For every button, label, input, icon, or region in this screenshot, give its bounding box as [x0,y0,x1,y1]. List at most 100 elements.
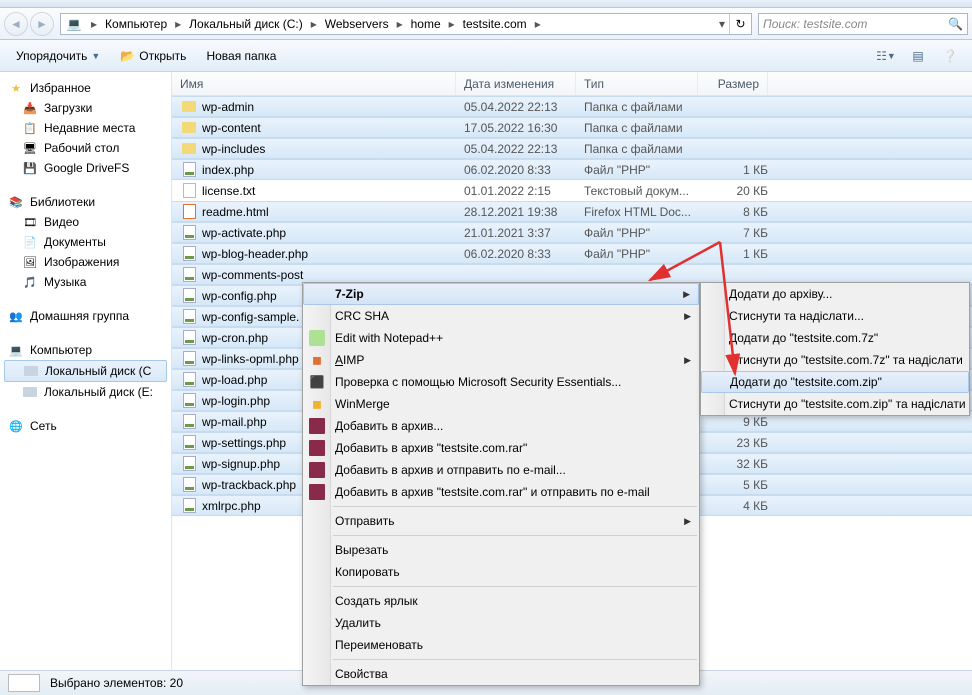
breadcrumb-segment[interactable]: home [407,14,445,34]
chevron-down-icon[interactable]: ▾ [715,17,729,31]
sidebar-item-pictures[interactable]: 🖼Изображения [4,252,167,272]
chevron-right-icon: ▶ [684,516,691,527]
drive-icon [23,363,39,379]
column-header-name[interactable]: Имя [172,72,456,95]
file-row[interactable]: wp-admin 05.04.2022 22:13 Папка с файлам… [172,96,972,117]
php-icon [180,372,198,388]
open-button[interactable]: 📂Открыть [112,45,194,67]
chevron-right-icon[interactable]: ▸ [531,17,545,31]
sidebar-item-drive-e[interactable]: Локальный диск (E: [4,382,167,402]
organize-button[interactable]: Упорядочить ▼ [8,45,108,67]
sidebar-item-drive-c[interactable]: Локальный диск (C [4,360,167,382]
search-input[interactable]: Поиск: testsite.com 🔍 [758,13,968,35]
nav-back-button[interactable]: ◄ [4,12,28,36]
sidebar-item-downloads[interactable]: 📥Загрузки [4,98,167,118]
sidebar-item-desktop[interactable]: 🖥Рабочий стол [4,138,167,158]
context-menu-item[interactable]: Добавить в архив "testsite.com.rar" [303,437,699,459]
context-menu-item[interactable]: Создать ярлык [303,590,699,612]
file-row[interactable]: wp-activate.php 21.01.2021 3:37 Файл "PH… [172,222,972,243]
php-icon [180,267,198,283]
preview-pane-button[interactable]: ▤ [904,45,932,67]
context-menu-item[interactable]: Добавить в архив... [303,415,699,437]
breadcrumb-segment[interactable]: Webservers [321,14,393,34]
context-menu-item[interactable]: Вырезать [303,539,699,561]
submenu-item[interactable]: Стиснути до "testsite.com.7z" та надісла… [701,349,969,371]
sidebar-item-videos[interactable]: 🎞Видео [4,212,167,232]
file-name: wp-includes [202,142,464,156]
navbar: ◄ ► 💻 ▸ Компьютер▸ Локальный диск (C:)▸ … [0,8,972,40]
file-row[interactable]: index.php 06.02.2020 8:33 Файл "PHP" 1 К… [172,159,972,180]
php-icon [180,414,198,430]
sidebar-libraries-header[interactable]: 📚Библиотеки [4,192,167,212]
winrar-icon [309,484,325,500]
column-header-size[interactable]: Размер [698,72,768,95]
nav-forward-button[interactable]: ► [30,12,54,36]
sidebar-item-music[interactable]: 🎵Музыка [4,272,167,292]
sidebar-item-gdrive[interactable]: 💾Google DriveFS [4,158,167,178]
context-menu-item[interactable]: Edit with Notepad++ [303,327,699,349]
winmerge-icon: ◼ [309,396,325,412]
file-name: wp-content [202,121,464,135]
sidebar-homegroup-header[interactable]: 👥Домашняя группа [4,306,167,326]
chevron-right-icon[interactable]: ▸ [171,17,185,31]
new-folder-button[interactable]: Новая папка [198,45,284,67]
chevron-right-icon[interactable]: ▸ [445,17,459,31]
submenu-item[interactable]: Додати до архіву... [701,283,969,305]
refresh-button[interactable]: ↻ [729,14,751,34]
sidebar-computer-header[interactable]: 💻Компьютер [4,340,167,360]
submenu-item[interactable]: Стиснути та надіслати... [701,305,969,327]
php-icon [180,435,198,451]
chevron-right-icon[interactable]: ▸ [307,17,321,31]
context-menu-item[interactable]: ◼WinMerge [303,393,699,415]
file-row[interactable]: wp-content 17.05.2022 16:30 Папка с файл… [172,117,972,138]
file-name: index.php [202,163,464,177]
file-row[interactable]: readme.html 28.12.2021 19:38 Firefox HTM… [172,201,972,222]
submenu-item[interactable]: Додати до "testsite.com.7z" [701,327,969,349]
context-menu-item[interactable]: Удалить [303,612,699,634]
context-menu-item[interactable]: Добавить в архив "testsite.com.rar" и от… [303,481,699,503]
context-menu-item[interactable]: CRC SHA▶ [303,305,699,327]
file-date: 05.04.2022 22:13 [464,142,584,156]
column-header-date[interactable]: Дата изменения [456,72,576,95]
chevron-right-icon[interactable]: ▸ [87,17,101,31]
context-menu-item[interactable]: Добавить в архив и отправить по e-mail..… [303,459,699,481]
column-header-type[interactable]: Тип [576,72,698,95]
view-button[interactable]: ☷ ▼ [872,45,900,67]
file-row[interactable]: wp-blog-header.php 06.02.2020 8:33 Файл … [172,243,972,264]
file-type: Firefox HTML Doc... [584,205,706,219]
context-menu-item[interactable]: ⬛Проверка с помощью Microsoft Security E… [303,371,699,393]
sidebar-network-header[interactable]: 🌐Сеть [4,416,167,436]
sidebar-item-recent[interactable]: 📋Недавние места [4,118,167,138]
php-icon [180,162,198,178]
help-button[interactable]: ❔ [936,45,964,67]
file-date: 17.05.2022 16:30 [464,121,584,135]
context-menu-item[interactable]: Отправить▶ [303,510,699,532]
php-icon [180,225,198,241]
context-menu-item[interactable]: Переименовать [303,634,699,656]
breadcrumb-segment[interactable]: testsite.com [459,14,531,34]
file-row[interactable]: wp-includes 05.04.2022 22:13 Папка с фай… [172,138,972,159]
context-menu-item[interactable]: Свойства [303,663,699,685]
toolbar: Упорядочить ▼ 📂Открыть Новая папка ☷ ▼ ▤… [0,40,972,72]
security-icon: ⬛ [309,374,325,390]
submenu-item[interactable]: Стиснути до "testsite.com.zip" та надісл… [701,393,969,415]
php-icon [180,330,198,346]
submenu-item[interactable]: Додати до "testsite.com.zip" [701,371,969,393]
file-type: Файл "PHP" [584,163,706,177]
file-name: wp-admin [202,100,464,114]
sidebar-favorites-header[interactable]: ★Избранное [4,78,167,98]
chevron-right-icon[interactable]: ▸ [393,17,407,31]
homegroup-icon: 👥 [8,308,24,324]
breadcrumb-segment[interactable]: Локальный диск (C:) [185,14,307,34]
context-menu-item[interactable]: 7-Zip▶ [303,283,699,305]
context-menu-item[interactable]: ◼AIMP▶ [303,349,699,371]
breadcrumb-segment[interactable]: Компьютер [101,14,171,34]
search-icon: 🔍 [948,17,963,31]
file-row[interactable]: license.txt 01.01.2022 2:15 Текстовый до… [172,180,972,201]
sidebar-item-documents[interactable]: 📄Документы [4,232,167,252]
php-icon [180,393,198,409]
breadcrumb[interactable]: 💻 ▸ Компьютер▸ Локальный диск (C:)▸ Webs… [60,13,752,35]
computer-icon: 💻 [65,15,83,33]
context-menu-item[interactable]: Копировать [303,561,699,583]
file-type: Папка с файлами [584,121,706,135]
